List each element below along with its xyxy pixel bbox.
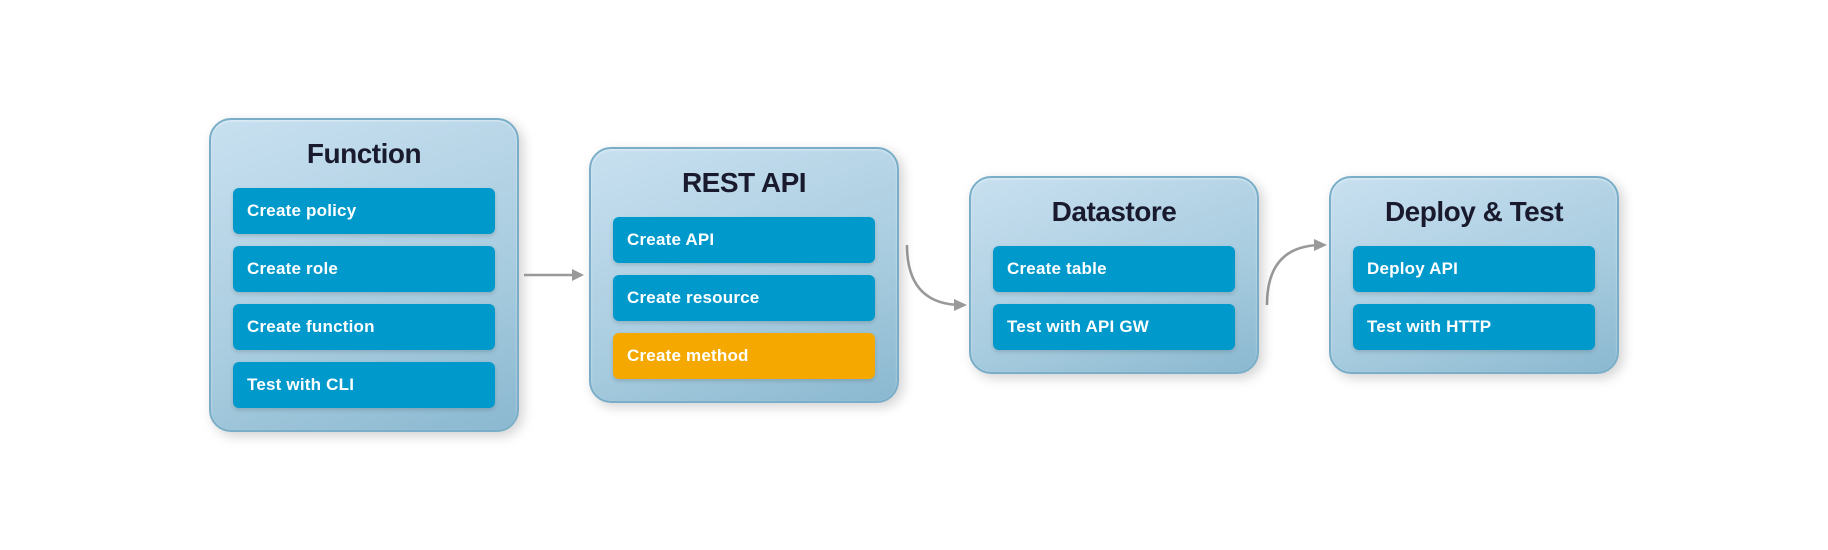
create-table-button[interactable]: Create table (993, 246, 1235, 292)
create-function-button[interactable]: Create function (233, 304, 495, 350)
create-resource-button[interactable]: Create resource (613, 275, 875, 321)
deploy-api-button[interactable]: Deploy API (1353, 246, 1595, 292)
rest-api-panel-title: REST API (682, 167, 806, 199)
create-role-button[interactable]: Create role (233, 246, 495, 292)
datastore-panel-title: Datastore (1052, 196, 1177, 228)
rest-api-panel: REST API Create API Create resource Crea… (589, 147, 899, 403)
test-with-api-gw-button[interactable]: Test with API GW (993, 304, 1235, 350)
arrow-1-svg (524, 255, 584, 295)
deploy-test-panel: Deploy & Test Deploy API Test with HTTP (1329, 176, 1619, 374)
datastore-panel: Datastore Create table Test with API GW (969, 176, 1259, 374)
test-with-http-button[interactable]: Test with HTTP (1353, 304, 1595, 350)
deploy-test-panel-title: Deploy & Test (1385, 196, 1563, 228)
diagram: Function Create policy Create role Creat… (179, 98, 1649, 452)
arrow-3 (1259, 225, 1329, 325)
arrow-3-svg (1262, 225, 1327, 325)
create-method-button[interactable]: Create method (613, 333, 875, 379)
test-with-cli-button[interactable]: Test with CLI (233, 362, 495, 408)
create-api-button[interactable]: Create API (613, 217, 875, 263)
function-items-list: Create policy Create role Create functio… (233, 188, 495, 408)
create-policy-button[interactable]: Create policy (233, 188, 495, 234)
deploy-test-items-list: Deploy API Test with HTTP (1353, 246, 1595, 350)
function-panel-title: Function (307, 138, 421, 170)
function-panel: Function Create policy Create role Creat… (209, 118, 519, 432)
arrow-2 (899, 225, 969, 325)
arrow-1 (519, 255, 589, 295)
rest-api-items-list: Create API Create resource Create method (613, 217, 875, 379)
datastore-items-list: Create table Test with API GW (993, 246, 1235, 350)
arrow-2-svg (902, 225, 967, 325)
